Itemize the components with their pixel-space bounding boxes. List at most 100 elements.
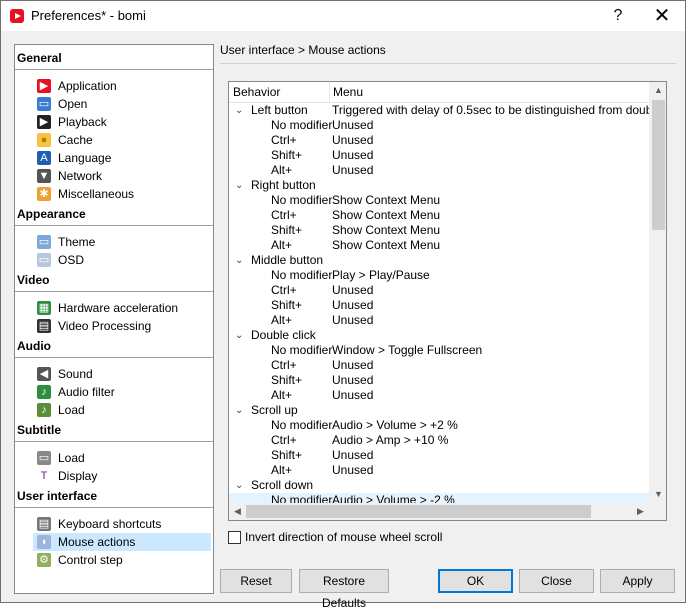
collapse-chevron-icon[interactable]: ⌄	[235, 478, 243, 493]
sidebar-item[interactable]: ▶ Playback	[33, 113, 211, 131]
tree-row[interactable]: Shift+ Unused	[229, 148, 649, 163]
menu-cell[interactable]: Unused	[332, 448, 373, 463]
menu-cell[interactable]: Window > Toggle Fullscreen	[332, 343, 482, 358]
sidebar-item[interactable]: ♪ Audio filter	[33, 383, 211, 401]
tree-group-row[interactable]: ⌄ Right button	[229, 178, 649, 193]
menu-cell[interactable]: Unused	[332, 283, 373, 298]
vertical-scroll-thumb[interactable]	[652, 100, 665, 230]
menu-cell[interactable]: Unused	[332, 388, 373, 403]
scroll-up-arrow-icon[interactable]: ▲	[650, 82, 666, 99]
menu-cell[interactable]: Unused	[332, 373, 373, 388]
sidebar-item[interactable]: ▤ Video Processing	[33, 317, 211, 335]
subtitle-display-icon: T	[37, 469, 51, 483]
sidebar-item[interactable]: ▭ Open	[33, 95, 211, 113]
menu-cell[interactable]: Show Context Menu	[332, 223, 440, 238]
sidebar-item[interactable]: ✱ Miscellaneous	[33, 185, 211, 203]
apply-button[interactable]: Apply	[600, 569, 675, 593]
column-header-behavior[interactable]: Behavior	[233, 85, 280, 99]
tree-group-row[interactable]: ⌄ Scroll down	[229, 478, 649, 493]
tree-row[interactable]: No modifier Window > Toggle Fullscreen	[229, 343, 649, 358]
close-button[interactable]: Close	[519, 569, 594, 593]
tree-row[interactable]: No modifier Unused	[229, 118, 649, 133]
sidebar-item[interactable]: ▭ Load	[33, 449, 211, 467]
sidebar-item[interactable]: A Language	[33, 149, 211, 167]
network-icon: ▼	[37, 169, 51, 183]
collapse-chevron-icon[interactable]: ⌄	[235, 403, 243, 418]
scroll-down-arrow-icon[interactable]: ▼	[650, 486, 666, 503]
sidebar-item[interactable]: ⚙ Control step	[33, 551, 211, 569]
tree-row[interactable]: Alt+ Show Context Menu	[229, 238, 649, 253]
sidebar-item[interactable]: ▭ OSD	[33, 251, 211, 269]
cache-icon: ●	[37, 133, 51, 147]
menu-cell[interactable]: Unused	[332, 148, 373, 163]
behavior-cell: Ctrl+	[271, 358, 297, 372]
horizontal-scroll-thumb[interactable]	[246, 505, 591, 518]
menu-cell[interactable]: Triggered with delay of 0.5sec to be dis…	[332, 103, 649, 118]
restore-defaults-button[interactable]: Restore Defaults	[299, 569, 389, 610]
sidebar-item-label: Display	[58, 469, 98, 483]
menu-cell[interactable]: Unused	[332, 463, 373, 478]
breadcrumb-divider	[220, 63, 676, 64]
tree-row[interactable]: Alt+ Unused	[229, 163, 649, 178]
tree-row[interactable]: Ctrl+ Unused	[229, 283, 649, 298]
vertical-scrollbar[interactable]: ▲ ▼	[649, 82, 666, 503]
menu-cell[interactable]: Audio > Amp > +10 %	[332, 433, 448, 448]
invert-wheel-label[interactable]: Invert direction of mouse wheel scroll	[245, 530, 442, 544]
collapse-chevron-icon[interactable]: ⌄	[235, 178, 243, 193]
tree-row[interactable]: No modifier Play > Play/Pause	[229, 268, 649, 283]
collapse-chevron-icon[interactable]: ⌄	[235, 328, 243, 343]
column-separator[interactable]	[329, 82, 330, 102]
tree-row[interactable]: Shift+ Unused	[229, 298, 649, 313]
title-bar: Preferences* - bomi ? ✕	[1, 1, 685, 31]
tree-row[interactable]: No modifier Audio > Volume > +2 %	[229, 418, 649, 433]
reset-button[interactable]: Reset	[220, 569, 292, 593]
sidebar-item[interactable]: ▦ Hardware acceleration	[33, 299, 211, 317]
tree-row[interactable]: Alt+ Unused	[229, 313, 649, 328]
tree-row[interactable]: Shift+ Unused	[229, 373, 649, 388]
tree-group-row[interactable]: ⌄ Scroll up	[229, 403, 649, 418]
menu-cell[interactable]: Unused	[332, 118, 373, 133]
collapse-chevron-icon[interactable]: ⌄	[235, 253, 243, 268]
sidebar-item[interactable]: T Display	[33, 467, 211, 485]
tree-group-row[interactable]: ⌄ Left button Triggered with delay of 0.5s…	[229, 103, 649, 118]
sidebar-item[interactable]: ▤ Keyboard shortcuts	[33, 515, 211, 533]
ok-button[interactable]: OK	[438, 569, 513, 593]
tree-row[interactable]: Shift+ Show Context Menu	[229, 223, 649, 238]
tree-row[interactable]: No modifier Show Context Menu	[229, 193, 649, 208]
menu-cell[interactable]: Audio > Volume > +2 %	[332, 418, 458, 433]
tree-row[interactable]: Alt+ Unused	[229, 388, 649, 403]
tree-row[interactable]: Ctrl+ Unused	[229, 133, 649, 148]
menu-cell[interactable]: Show Context Menu	[332, 238, 440, 253]
menu-cell[interactable]: Play > Play/Pause	[332, 268, 430, 283]
sidebar-item[interactable]: ♪ Load	[33, 401, 211, 419]
menu-cell[interactable]: Show Context Menu	[332, 208, 440, 223]
menu-cell[interactable]: Unused	[332, 358, 373, 373]
scroll-left-arrow-icon[interactable]: ◀	[229, 503, 246, 520]
group-header: User interface	[17, 489, 98, 503]
sidebar-item[interactable]: ● Cache	[33, 131, 211, 149]
tree-row[interactable]: Ctrl+ Audio > Amp > +10 %	[229, 433, 649, 448]
sidebar-item[interactable]: ◖ Mouse actions	[33, 533, 211, 551]
tree-row[interactable]: Alt+ Unused	[229, 463, 649, 478]
invert-wheel-checkbox[interactable]	[228, 531, 241, 544]
collapse-chevron-icon[interactable]: ⌄	[235, 103, 243, 118]
tree-group-row[interactable]: ⌄ Double click	[229, 328, 649, 343]
menu-cell[interactable]: Unused	[332, 313, 373, 328]
tree-group-row[interactable]: ⌄ Middle button	[229, 253, 649, 268]
column-header-menu[interactable]: Menu	[333, 85, 363, 99]
menu-cell[interactable]: Show Context Menu	[332, 193, 440, 208]
menu-cell[interactable]: Unused	[332, 298, 373, 313]
sidebar-item[interactable]: ◀ Sound	[33, 365, 211, 383]
tree-row[interactable]: Ctrl+ Unused	[229, 358, 649, 373]
sidebar-item[interactable]: ▶ Application	[33, 77, 211, 95]
close-window-button[interactable]: ✕	[639, 1, 685, 31]
tree-row[interactable]: Shift+ Unused	[229, 448, 649, 463]
menu-cell[interactable]: Unused	[332, 163, 373, 178]
sidebar-item[interactable]: ▭ Theme	[33, 233, 211, 251]
scroll-right-arrow-icon[interactable]: ▶	[632, 503, 649, 520]
help-button[interactable]: ?	[595, 1, 641, 31]
horizontal-scrollbar[interactable]: ◀ ▶	[229, 503, 649, 520]
menu-cell[interactable]: Unused	[332, 133, 373, 148]
sidebar-item[interactable]: ▼ Network	[33, 167, 211, 185]
tree-row[interactable]: Ctrl+ Show Context Menu	[229, 208, 649, 223]
